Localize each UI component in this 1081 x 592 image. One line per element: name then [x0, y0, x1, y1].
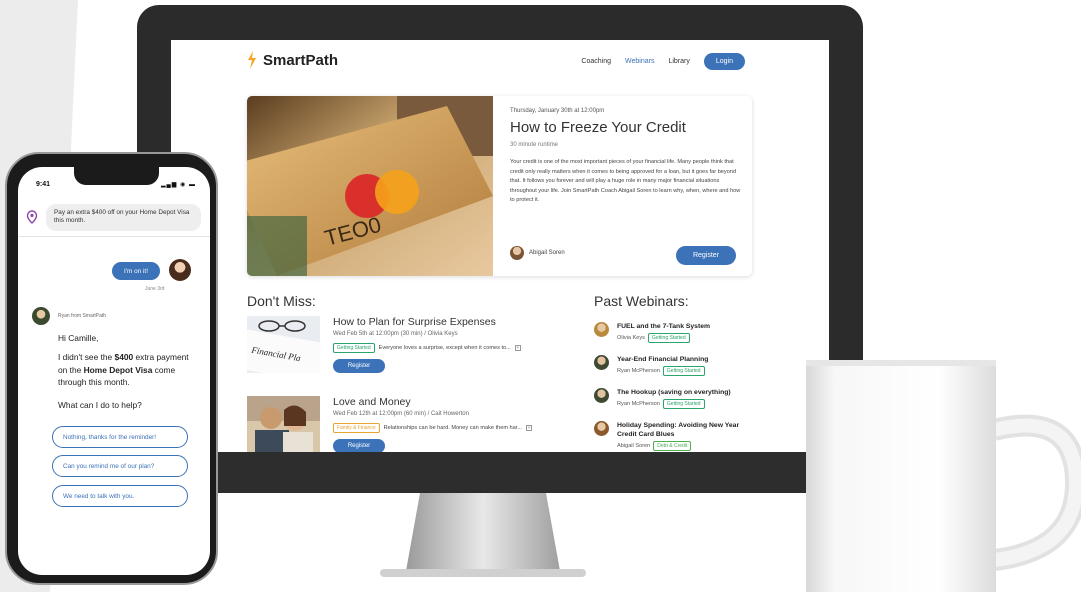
- featured-content: Thursday, January 30th at 12:00pm How to…: [510, 108, 742, 206]
- message-date: June 3rd: [145, 286, 165, 292]
- reminder-alert: Pay an extra $400 off on your Home Depot…: [26, 203, 204, 231]
- category-tag[interactable]: Getting Started: [662, 399, 705, 409]
- featured-description: Your credit is one of the most important…: [510, 159, 741, 203]
- dont-miss-heading: Don't Miss:: [247, 293, 316, 309]
- past-webinar-title: The Hookup (saving on everything): [617, 389, 731, 396]
- coach-name: Ryan from SmartPath: [58, 313, 107, 319]
- login-button[interactable]: Login: [703, 53, 745, 70]
- featured-register-button[interactable]: Register: [676, 246, 736, 265]
- dont-miss-tag-row: Family & Finance Relationships can be ha…: [333, 423, 577, 433]
- presenter-avatar: [594, 388, 609, 403]
- presenter-avatar: [594, 421, 609, 436]
- past-webinar-item[interactable]: The Hookup (saving on everything) Ryan M…: [594, 388, 754, 409]
- category-tag[interactable]: Getting Started: [662, 366, 705, 376]
- dont-miss-title[interactable]: How to Plan for Surprise Expenses: [333, 316, 577, 328]
- past-webinar-title: Year-End Financial Planning: [617, 356, 709, 363]
- excerpt-text: Everyone loves a surprise, except when i…: [378, 345, 511, 351]
- financial-plan-thumbnail: Financial Pla: [247, 316, 320, 373]
- presenter-name: Ryan McPherson: [617, 368, 660, 374]
- product-mockup-scene: SmartPath Coaching Webinars Library Logi…: [0, 0, 1081, 592]
- dont-miss-content: How to Plan for Surprise Expenses Wed Fe…: [333, 316, 577, 373]
- coach-avatar: [32, 307, 50, 325]
- logo-bolt-icon: [248, 51, 256, 69]
- host-name: Abigail Soren: [529, 250, 565, 256]
- brand-name: SmartPath: [263, 51, 339, 69]
- credit-cards-image: TEO0: [247, 96, 493, 276]
- expand-icon[interactable]: +: [514, 345, 521, 351]
- expand-icon[interactable]: +: [526, 425, 532, 431]
- coach-question: What can I do to help?: [58, 400, 142, 410]
- alert-message: Pay an extra $400 off on your Home Depot…: [46, 203, 201, 231]
- status-icons: ▂▄▆ ◉ ▬: [160, 182, 196, 188]
- featured-runtime: 30 minute runtime: [510, 142, 559, 148]
- featured-host: Abigail Soren: [510, 246, 565, 260]
- phone-screen: 9:41 ▂▄▆ ◉ ▬ Pay an extra $400 off on yo…: [18, 167, 210, 575]
- amount-text: $400: [114, 352, 134, 362]
- presenter-name: Abigail Soren: [617, 443, 651, 449]
- category-tag[interactable]: Getting Started: [333, 343, 375, 353]
- featured-date: Thursday, January 30th at 12:00pm: [510, 108, 605, 114]
- user-reply-bubble: I'm on it!: [112, 262, 160, 280]
- coffee-mug: [806, 360, 1081, 592]
- category-tag[interactable]: Family & Finance: [333, 423, 380, 433]
- past-webinars-heading: Past Webinars:: [594, 293, 689, 309]
- coach-message: I didn't see the $400 extra payment on t…: [58, 352, 189, 387]
- quick-reply-option[interactable]: Can you remind me of our plan?: [52, 455, 188, 477]
- presenter-name: Olivia Keys: [617, 335, 645, 341]
- excerpt-text: Relationships can be hard. Money can mak…: [383, 425, 522, 431]
- dont-miss-title[interactable]: Love and Money: [333, 396, 577, 408]
- nav-webinars[interactable]: Webinars: [625, 58, 654, 65]
- monitor-chin: [137, 452, 863, 493]
- couple-photo-thumbnail: [247, 396, 320, 452]
- presenter-avatar: [594, 355, 609, 370]
- website-screen: SmartPath Coaching Webinars Library Logi…: [171, 40, 829, 452]
- featured-title[interactable]: How to Freeze Your Credit: [510, 119, 742, 136]
- dont-miss-tag-row: Getting Started Everyone loves a surpris…: [333, 343, 577, 353]
- past-webinar-title: Holiday Spending: Avoiding New Year Cred…: [617, 422, 740, 438]
- host-avatar: [510, 246, 524, 260]
- brand-logo[interactable]: SmartPath: [247, 51, 338, 69]
- user-avatar: [169, 259, 191, 281]
- location-pin-icon: [26, 210, 38, 224]
- past-webinar-item[interactable]: FUEL and the 7-Tank System Olivia Keys Ge…: [594, 322, 754, 343]
- presenter-avatar: [594, 322, 609, 337]
- dont-miss-content: Love and Money Wed Feb 12th at 12:00pm (…: [333, 396, 577, 452]
- dont-miss-meta: Wed Feb 12th at 12:00pm (60 min) / Cait …: [333, 411, 469, 417]
- card-name-text: Home Depot Visa: [83, 364, 153, 375]
- register-button[interactable]: Register: [333, 439, 385, 452]
- category-tag[interactable]: Debt & Credit: [653, 441, 692, 451]
- past-webinar-item[interactable]: Holiday Spending: Avoiding New Year Cred…: [594, 421, 754, 451]
- main-nav: Coaching Webinars Library Login: [581, 53, 745, 70]
- past-webinar-title: FUEL and the 7-Tank System: [617, 323, 711, 330]
- quick-reply-option[interactable]: Nothing, thanks for the reminder!: [52, 426, 188, 448]
- register-button[interactable]: Register: [333, 359, 385, 373]
- presenter-name: Ryan McPherson: [617, 401, 660, 407]
- dont-miss-meta: Wed Feb 5th at 12:00pm (30 min) / Olivia…: [333, 331, 458, 337]
- past-webinar-item[interactable]: Year-End Financial Planning Ryan McPhers…: [594, 355, 754, 376]
- monitor-stand: [380, 493, 586, 577]
- nav-library[interactable]: Library: [668, 58, 689, 65]
- coach-greeting: Hi Camille,: [58, 333, 99, 343]
- phone-notch: [74, 167, 159, 185]
- quick-reply-option[interactable]: We need to talk with you.: [52, 485, 188, 507]
- smartphone: 9:41 ▂▄▆ ◉ ▬ Pay an extra $400 off on yo…: [5, 152, 218, 585]
- status-time: 9:41: [36, 181, 51, 188]
- nav-coaching[interactable]: Coaching: [581, 58, 611, 65]
- category-tag[interactable]: Getting Started: [647, 333, 690, 343]
- featured-webinar-card: TEO0 Thursday, January 30th at 12:00pm H…: [247, 96, 752, 276]
- divider: [18, 236, 210, 237]
